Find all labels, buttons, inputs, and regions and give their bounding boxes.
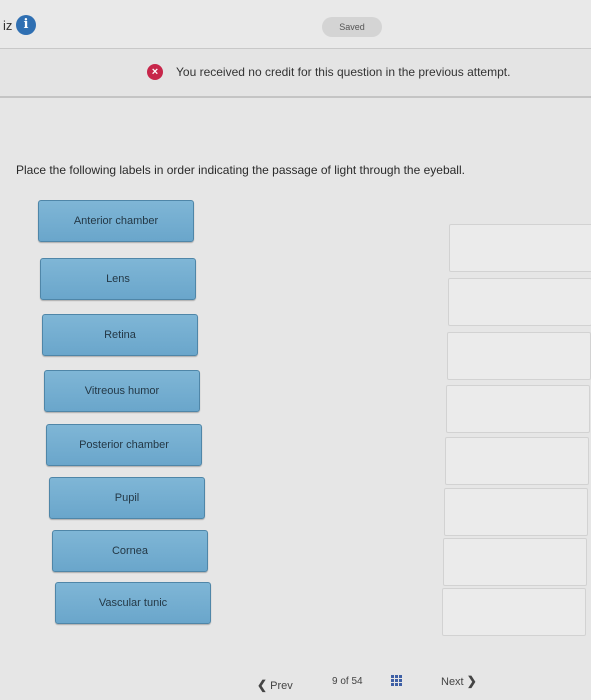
label-pupil[interactable]: Pupil [49, 477, 205, 519]
label-posterior-chamber[interactable]: Posterior chamber [46, 424, 202, 466]
drop-zone-6[interactable] [444, 488, 588, 536]
grid-icon[interactable] [391, 675, 403, 687]
info-icon[interactable]: i [16, 15, 36, 35]
label-retina[interactable]: Retina [42, 314, 198, 356]
drop-zone-7[interactable] [443, 538, 587, 586]
drop-zone-2[interactable] [448, 278, 591, 326]
quiz-title-fragment: iz [3, 18, 13, 33]
prev-button[interactable]: ❮ Prev [257, 678, 293, 692]
chevron-right-icon: ❯ [466, 674, 477, 688]
label-anterior-chamber[interactable]: Anterior chamber [38, 200, 194, 242]
attempt-notice: × You received no credit for this questi… [0, 49, 591, 98]
saved-status-badge: Saved [322, 17, 382, 37]
chevron-left-icon: ❮ [257, 678, 268, 692]
question-prompt: Place the following labels in order indi… [16, 163, 465, 177]
drop-zone-5[interactable] [445, 437, 589, 485]
drop-zone-3[interactable] [447, 332, 591, 380]
notice-text: You received no credit for this question… [176, 65, 511, 79]
label-lens[interactable]: Lens [40, 258, 196, 300]
top-bar: iz i Saved [0, 0, 591, 48]
page-of-label: of [340, 676, 349, 687]
page-indicator: 9 of 54 [332, 676, 363, 687]
drop-zone-1[interactable] [449, 224, 591, 272]
current-page: 9 [332, 676, 338, 687]
total-pages: 54 [351, 676, 363, 687]
drop-zone-4[interactable] [446, 385, 590, 433]
next-label: Next [441, 676, 464, 688]
next-button[interactable]: Next ❯ [441, 674, 477, 688]
label-cornea[interactable]: Cornea [52, 530, 208, 572]
label-vitreous-humor[interactable]: Vitreous humor [44, 370, 200, 412]
drop-zone-8[interactable] [442, 588, 586, 636]
prev-label: Prev [270, 680, 293, 692]
label-vascular-tunic[interactable]: Vascular tunic [55, 582, 211, 624]
footer-nav: ❮ Prev 9 of 54 Next ❯ [0, 650, 591, 700]
error-x-icon: × [147, 64, 163, 80]
